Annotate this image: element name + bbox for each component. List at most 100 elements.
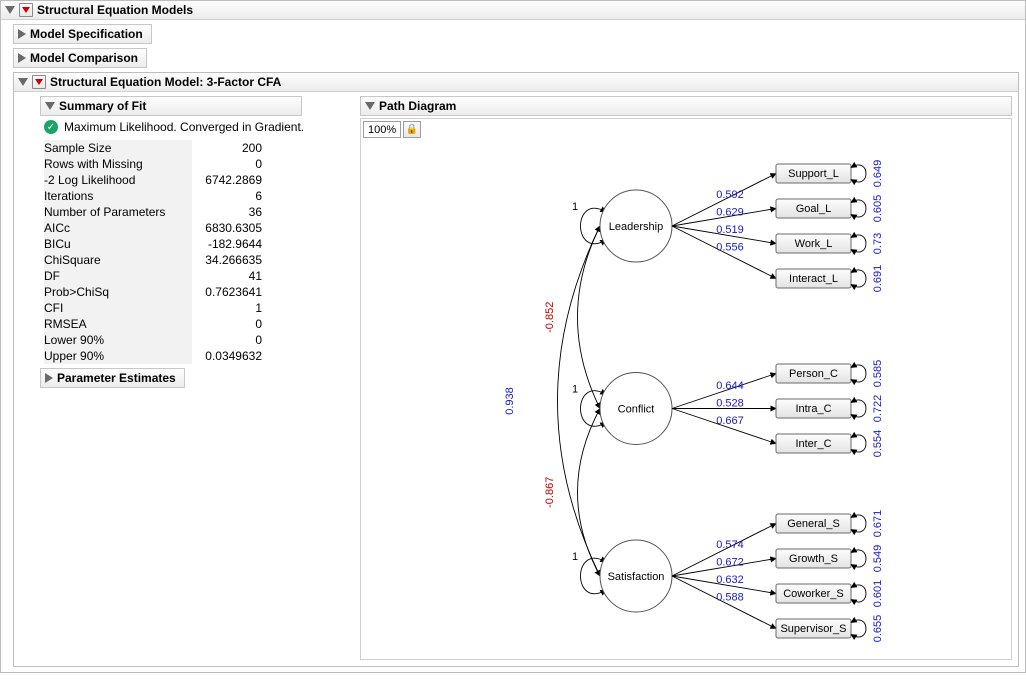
parameter-estimates-header[interactable]: Parameter Estimates	[40, 368, 185, 388]
latent-variance-label: 1	[572, 551, 578, 563]
disclosure-closed-icon[interactable]	[45, 373, 53, 383]
fit-value: 6742.2869	[192, 172, 270, 188]
fit-value: 0.0349632	[192, 348, 270, 364]
right-column: Path Diagram 100% 🔒	[360, 94, 1012, 660]
fit-row: Number of Parameters36	[44, 204, 270, 220]
converged-icon: ✓	[44, 120, 58, 134]
fit-label: Lower 90%	[44, 332, 192, 348]
diagram-svg: -0.852-0.8670.9381Leadership0.592Support…	[361, 119, 1021, 659]
observed-label: Coworker_S	[783, 588, 844, 600]
latent-variance-label: 1	[572, 384, 578, 396]
hotspot-icon[interactable]	[32, 75, 46, 89]
fit-row: -2 Log Likelihood6742.2869	[44, 172, 270, 188]
parameter-estimates-label: Parameter Estimates	[57, 371, 176, 385]
disclosure-open-icon[interactable]	[365, 102, 375, 110]
fit-value: 6	[192, 188, 270, 204]
residual-loop	[851, 515, 866, 532]
residual-label: 0.73	[872, 233, 884, 254]
fit-label: Rows with Missing	[44, 156, 192, 172]
latent-label: Satisfaction	[608, 571, 665, 583]
observed-label: Interact_L	[789, 273, 838, 285]
fit-value: -182.9644	[192, 236, 270, 252]
residual-label: 0.671	[872, 510, 884, 538]
disclosure-open-icon[interactable]	[45, 102, 55, 110]
covariance-arc	[578, 226, 601, 409]
disclosure-open-icon[interactable]	[18, 78, 28, 86]
latent-label: Leadership	[609, 221, 663, 233]
residual-loop	[851, 270, 866, 287]
observed-label: Intra_C	[795, 403, 831, 415]
summary-of-fit-header[interactable]: Summary of Fit	[40, 96, 302, 116]
fit-value: 41	[192, 268, 270, 284]
fit-value: 0	[192, 316, 270, 332]
model-specification-label: Model Specification	[30, 27, 143, 41]
observed-label: Inter_C	[795, 438, 831, 450]
disclosure-open-icon[interactable]	[5, 6, 15, 14]
fit-label: Number of Parameters	[44, 204, 192, 220]
loading-label: 0.632	[716, 574, 744, 586]
fit-row: Lower 90%0	[44, 332, 270, 348]
fit-label: CFI	[44, 300, 192, 316]
loading-label: 0.644	[716, 380, 744, 392]
fit-row: Prob>ChiSq0.7623641	[44, 284, 270, 300]
fit-value: 34.266635	[192, 252, 270, 268]
fit-label: Sample Size	[44, 140, 192, 156]
fit-value: 1	[192, 300, 270, 316]
left-column: Summary of Fit ✓ Maximum Likelihood. Con…	[40, 94, 350, 390]
sem-panel-header[interactable]: Structural Equation Models	[1, 1, 1025, 20]
fit-label: Upper 90%	[44, 348, 192, 364]
observed-label: Growth_S	[789, 553, 838, 565]
fit-label: AICc	[44, 220, 192, 236]
residual-label: 0.691	[872, 265, 884, 293]
fit-row: Iterations6	[44, 188, 270, 204]
disclosure-closed-icon[interactable]	[18, 29, 26, 39]
observed-label: Support_L	[788, 168, 839, 180]
residual-label: 0.649	[872, 160, 884, 188]
hotspot-icon[interactable]	[19, 3, 33, 17]
model-comparison-header[interactable]: Model Comparison	[13, 48, 147, 68]
path-diagram-canvas[interactable]: 100% 🔒 -0.8	[360, 118, 1012, 660]
loading-label: 0.574	[716, 539, 744, 551]
fit-label: ChiSquare	[44, 252, 192, 268]
covariance-label: -0.867	[544, 477, 556, 508]
disclosure-closed-icon[interactable]	[18, 53, 26, 63]
residual-label: 0.585	[872, 360, 884, 388]
residual-loop	[851, 435, 866, 452]
loading-label: 0.519	[716, 224, 744, 236]
fit-status-text: Maximum Likelihood. Converged in Gradien…	[64, 120, 304, 134]
fit-row: AICc6830.6305	[44, 220, 270, 236]
loading-label: 0.672	[716, 556, 744, 568]
observed-label: Person_C	[789, 368, 838, 380]
fit-table: Sample Size200Rows with Missing0-2 Log L…	[44, 140, 270, 364]
fit-row: Rows with Missing0	[44, 156, 270, 172]
fit-row: ChiSquare34.266635	[44, 252, 270, 268]
fit-label: DF	[44, 268, 192, 284]
residual-label: 0.722	[872, 395, 884, 423]
sem-title: Structural Equation Models	[37, 3, 193, 17]
fit-row: BICu-182.9644	[44, 236, 270, 252]
fit-value: 6830.6305	[192, 220, 270, 236]
fit-value: 0	[192, 332, 270, 348]
path-diagram-header[interactable]: Path Diagram	[360, 96, 1012, 116]
loading-label: 0.556	[716, 241, 744, 253]
loading-label: 0.667	[716, 415, 744, 427]
residual-label: 0.605	[872, 195, 884, 223]
latent-label: Conflict	[618, 404, 655, 416]
residual-label: 0.554	[872, 430, 884, 458]
covariance-label: -0.852	[544, 302, 556, 333]
observed-label: General_S	[787, 518, 840, 530]
cfa-panel-header[interactable]: Structural Equation Model: 3-Factor CFA	[14, 73, 1018, 92]
fit-value: 0.7623641	[192, 284, 270, 300]
loading-label: 0.592	[716, 189, 744, 201]
fit-label: Prob>ChiSq	[44, 284, 192, 300]
fit-label: BICu	[44, 236, 192, 252]
fit-value: 0	[192, 156, 270, 172]
residual-loop	[851, 200, 866, 217]
cfa-title: Structural Equation Model: 3-Factor CFA	[50, 75, 281, 89]
fit-row: Sample Size200	[44, 140, 270, 156]
residual-label: 0.601	[872, 580, 884, 608]
residual-loop	[851, 165, 866, 182]
model-specification-header[interactable]: Model Specification	[13, 24, 152, 44]
observed-label: Goal_L	[796, 203, 831, 215]
fit-status: ✓ Maximum Likelihood. Converged in Gradi…	[44, 120, 350, 134]
